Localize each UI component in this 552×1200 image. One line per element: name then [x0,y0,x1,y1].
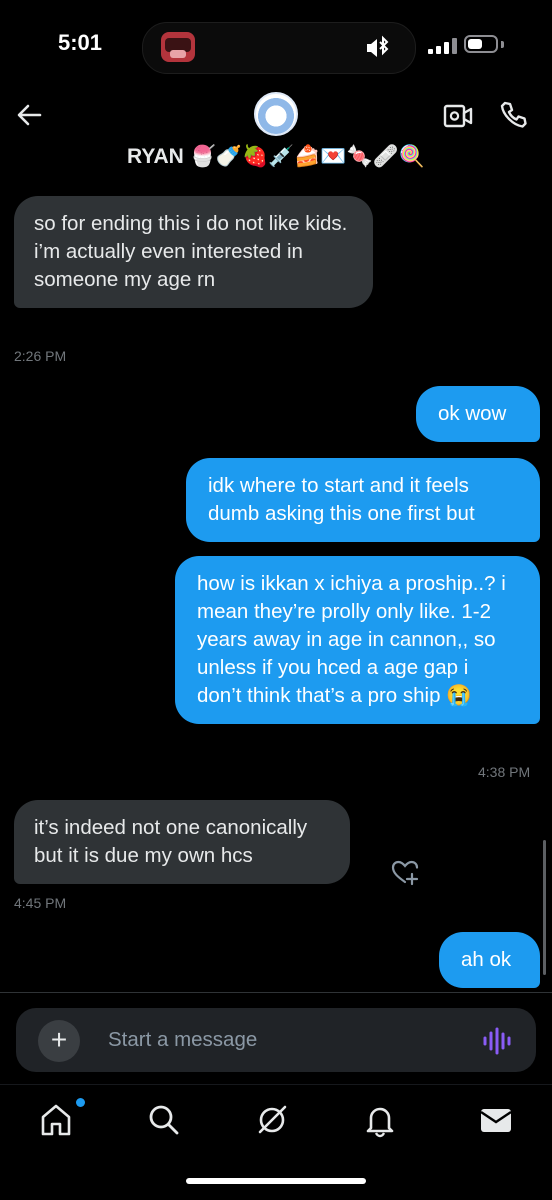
message-bubble-outgoing[interactable]: ok wow [416,386,540,442]
message-input[interactable]: Start a message [108,1028,257,1052]
bell-icon[interactable] [362,1102,398,1138]
contact-name[interactable]: RYAN 🍧🍼🍓💉🍰💌🍬🩹🍭 [0,145,552,169]
phone-call-icon[interactable] [498,100,528,130]
mail-icon[interactable] [478,1102,514,1138]
notification-dot [76,1098,85,1107]
voice-message-icon[interactable] [482,1026,512,1056]
add-reaction-icon[interactable] [390,858,420,886]
back-arrow-icon[interactable] [14,100,44,130]
now-playing-artwork [161,32,195,62]
message-bubble-outgoing[interactable]: idk where to start and it feels dumb ask… [186,458,540,542]
avatar[interactable] [254,92,298,136]
divider [0,992,552,993]
message-bubble-outgoing[interactable]: ah ok [439,932,540,988]
battery-icon [464,35,498,53]
message-bubble-incoming[interactable]: it’s indeed not one canonically but it i… [14,800,350,884]
message-bubble-incoming[interactable]: so for ending this i do not like kids. i… [14,196,373,308]
dynamic-island [142,22,416,74]
message-composer[interactable]: + Start a message [16,1008,536,1072]
divider [0,1084,552,1085]
message-bubble-outgoing[interactable]: how is ikkan x ichiya a proship..? i mea… [175,556,540,724]
video-call-icon[interactable] [443,102,473,130]
grok-icon[interactable] [254,1102,290,1138]
add-attachment-button[interactable]: + [38,1020,80,1062]
scrollbar[interactable] [543,840,546,975]
home-icon[interactable] [38,1102,74,1138]
home-indicator [186,1178,366,1184]
signal-icon [428,38,458,54]
search-icon[interactable] [146,1102,182,1138]
status-time: 5:01 [58,30,103,55]
message-timestamp: 2:26 PM [14,348,67,364]
message-timestamp: 4:38 PM [478,764,531,780]
bluetooth-mute-icon [367,35,389,57]
message-timestamp: 4:45 PM [14,895,67,911]
